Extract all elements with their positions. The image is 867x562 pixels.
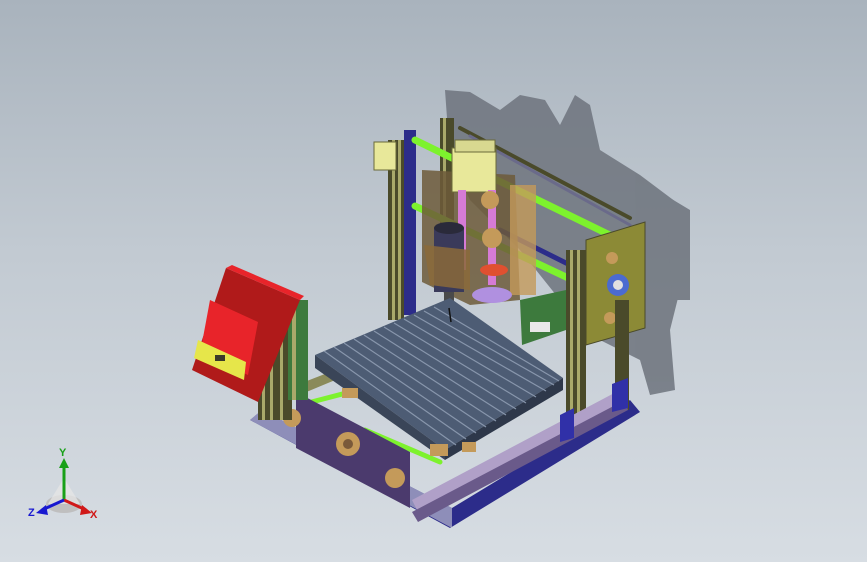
cad-viewport[interactable]: [0, 0, 867, 562]
right-gantry-frame[interactable]: [566, 221, 646, 425]
orientation-triad[interactable]: Y X Z: [24, 448, 104, 524]
y-axis-label: Y: [59, 448, 67, 459]
electronics-board[interactable]: [520, 290, 566, 345]
y-stepper-motor[interactable]: [373, 141, 397, 171]
y-arrowhead-icon: [59, 458, 69, 468]
z-axis-label: Z: [28, 507, 35, 519]
z-stepper-motor[interactable]: [451, 139, 497, 193]
x-axis-label: X: [90, 509, 98, 521]
z-arrowhead-icon: [36, 505, 48, 515]
